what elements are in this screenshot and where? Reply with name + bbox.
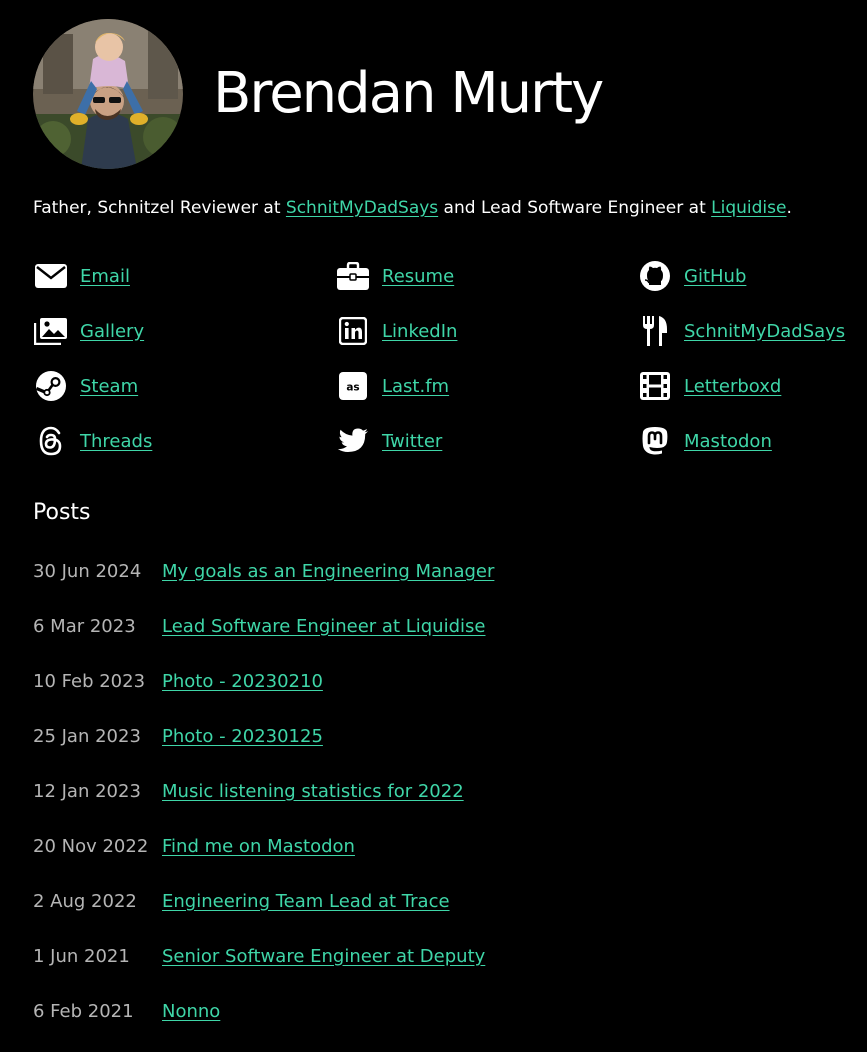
utensils-icon bbox=[637, 313, 673, 349]
link-schnitmydadsays-label[interactable]: SchnitMyDadSays bbox=[684, 321, 845, 342]
post-link[interactable]: Find me on Mastodon bbox=[162, 832, 355, 862]
link-resume: Resume bbox=[335, 258, 637, 294]
post-link[interactable]: My goals as an Engineering Manager bbox=[162, 557, 494, 587]
post-link[interactable]: Photo - 20230210 bbox=[162, 667, 323, 697]
list-item: 12 Jan 2023 Music listening statistics f… bbox=[33, 777, 494, 832]
link-mastodon: Mastodon bbox=[637, 423, 863, 459]
link-gallery-label[interactable]: Gallery bbox=[80, 321, 144, 342]
bio-prefix: Father, Schnitzel Reviewer at bbox=[33, 198, 286, 218]
bio-link-schnitmydadsays[interactable]: SchnitMyDadSays bbox=[286, 198, 438, 218]
link-lastfm-label[interactable]: Last.fm bbox=[382, 376, 449, 397]
link-threads: Threads bbox=[33, 423, 335, 459]
post-date: 12 Jan 2023 bbox=[33, 781, 141, 802]
post-date: 1 Jun 2021 bbox=[33, 946, 130, 967]
link-twitter: Twitter bbox=[335, 423, 637, 459]
link-github: GitHub bbox=[637, 258, 863, 294]
page-title: Brendan Murty bbox=[213, 61, 604, 126]
twitter-icon bbox=[335, 423, 371, 459]
link-letterboxd-label[interactable]: Letterboxd bbox=[684, 376, 781, 397]
post-date: 6 Mar 2023 bbox=[33, 616, 136, 637]
mastodon-icon bbox=[637, 423, 673, 459]
bio: Father, Schnitzel Reviewer at SchnitMyDa… bbox=[33, 198, 792, 218]
briefcase-icon bbox=[335, 258, 371, 294]
svg-text:as: as bbox=[346, 382, 359, 394]
link-linkedin: LinkedIn bbox=[335, 313, 637, 349]
profile-header: Brendan Murty bbox=[33, 18, 604, 170]
steam-icon bbox=[33, 368, 69, 404]
link-lastfm: as Last.fm bbox=[335, 368, 637, 404]
link-github-label[interactable]: GitHub bbox=[684, 266, 746, 287]
post-date: 25 Jan 2023 bbox=[33, 726, 141, 747]
link-email-label[interactable]: Email bbox=[80, 266, 130, 287]
post-link[interactable]: Senior Software Engineer at Deputy bbox=[162, 942, 485, 972]
link-steam-label[interactable]: Steam bbox=[80, 376, 138, 397]
link-letterboxd: Letterboxd bbox=[637, 368, 863, 404]
link-schnitmydadsays: SchnitMyDadSays bbox=[637, 313, 863, 349]
list-item: 6 Mar 2023 Lead Software Engineer at Liq… bbox=[33, 612, 494, 667]
post-date: 20 Nov 2022 bbox=[33, 836, 149, 857]
bio-middle: and Lead Software Engineer at bbox=[438, 198, 712, 218]
list-item: 10 Feb 2023 Photo - 20230210 bbox=[33, 667, 494, 722]
github-icon bbox=[637, 258, 673, 294]
avatar bbox=[33, 19, 183, 169]
list-item: 1 Jun 2021 Senior Software Engineer at D… bbox=[33, 942, 494, 997]
list-item: 6 Feb 2021 Nonno bbox=[33, 997, 494, 1052]
link-linkedin-label[interactable]: LinkedIn bbox=[382, 321, 457, 342]
link-threads-label[interactable]: Threads bbox=[80, 431, 152, 452]
link-twitter-label[interactable]: Twitter bbox=[382, 431, 442, 452]
threads-icon bbox=[33, 423, 69, 459]
envelope-icon bbox=[33, 258, 69, 294]
post-link[interactable]: Nonno bbox=[162, 997, 220, 1027]
post-date: 6 Feb 2021 bbox=[33, 1001, 134, 1022]
list-item: 2 Aug 2022 Engineering Team Lead at Trac… bbox=[33, 887, 494, 942]
link-gallery: Gallery bbox=[33, 313, 335, 349]
linkedin-icon bbox=[335, 313, 371, 349]
list-item: 25 Jan 2023 Photo - 20230125 bbox=[33, 722, 494, 777]
post-link[interactable]: Lead Software Engineer at Liquidise bbox=[162, 612, 485, 642]
link-mastodon-label[interactable]: Mastodon bbox=[684, 431, 772, 452]
list-item: 20 Nov 2022 Find me on Mastodon bbox=[33, 832, 494, 887]
photo-gallery-icon bbox=[33, 313, 69, 349]
post-link[interactable]: Music listening statistics for 2022 bbox=[162, 777, 464, 807]
film-icon bbox=[637, 368, 673, 404]
post-date: 30 Jun 2024 bbox=[33, 561, 142, 582]
posts-list: 30 Jun 2024 My goals as an Engineering M… bbox=[33, 557, 494, 1052]
social-links: Email Resume GitHub Gallery LinkedIn Sch… bbox=[33, 258, 863, 478]
link-resume-label[interactable]: Resume bbox=[382, 266, 454, 287]
bio-suffix: . bbox=[786, 198, 792, 218]
posts-heading: Posts bbox=[33, 500, 91, 525]
avatar-photo bbox=[33, 19, 183, 169]
link-steam: Steam bbox=[33, 368, 335, 404]
lastfm-icon: as bbox=[335, 368, 371, 404]
post-date: 2 Aug 2022 bbox=[33, 891, 137, 912]
post-link[interactable]: Engineering Team Lead at Trace bbox=[162, 887, 450, 917]
post-link[interactable]: Photo - 20230125 bbox=[162, 722, 323, 752]
bio-link-liquidise[interactable]: Liquidise bbox=[711, 198, 786, 218]
post-date: 10 Feb 2023 bbox=[33, 671, 146, 692]
link-email: Email bbox=[33, 258, 335, 294]
list-item: 30 Jun 2024 My goals as an Engineering M… bbox=[33, 557, 494, 612]
